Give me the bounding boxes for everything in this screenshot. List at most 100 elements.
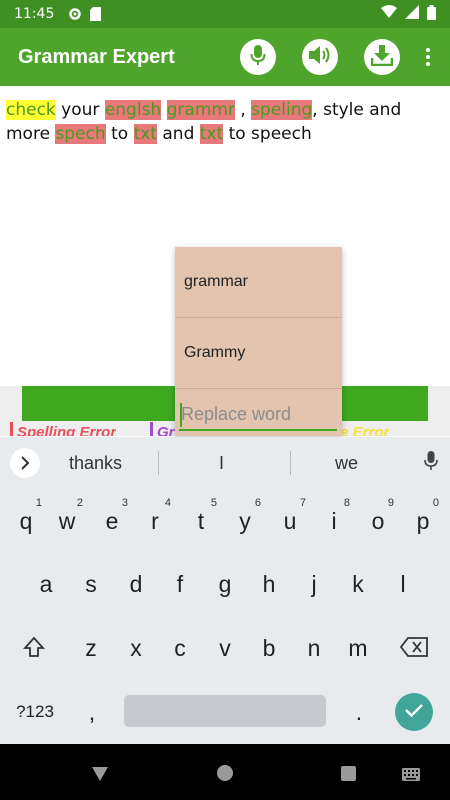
key-label: t: [197, 507, 205, 534]
editor-text: [161, 100, 166, 120]
editor-text: ,: [234, 100, 252, 120]
keyboard-suggestion[interactable]: I: [219, 453, 224, 474]
key-hint: 8: [343, 497, 350, 509]
nav-back-icon[interactable]: [91, 766, 109, 787]
sd-card-icon: [90, 7, 102, 21]
key-u[interactable]: 7u: [270, 497, 310, 541]
spelling-error-word[interactable]: grammr: [166, 100, 235, 120]
status-bar: 11:45: [0, 0, 450, 28]
key-hint: 1: [35, 497, 42, 509]
key-hint: 6: [254, 497, 261, 509]
signal-icon: [405, 5, 419, 23]
wifi-icon: [381, 5, 397, 23]
key-n[interactable]: n: [294, 628, 334, 668]
spelling-error-word[interactable]: txt: [133, 124, 157, 144]
spacebar[interactable]: [124, 695, 326, 727]
key-o[interactable]: 9o: [358, 497, 398, 541]
key-label: w: [58, 507, 76, 534]
key-w[interactable]: 2w: [47, 497, 87, 541]
key-label: y: [239, 507, 251, 534]
key-j[interactable]: j: [294, 564, 334, 604]
spelling-error-word[interactable]: txt: [199, 124, 224, 144]
legend-spelling-error: Spelling Error: [10, 422, 116, 436]
key-hint: 5: [210, 497, 217, 509]
app-actions: [214, 28, 450, 86]
app-title: Grammar Expert: [18, 45, 175, 68]
chevron-right-icon[interactable]: [10, 448, 40, 478]
key-q[interactable]: 1q: [6, 497, 46, 541]
nav-home-icon[interactable]: [217, 765, 233, 781]
key-label: i: [331, 507, 337, 534]
key-l[interactable]: l: [383, 564, 423, 604]
battery-icon: [427, 4, 436, 24]
key-m[interactable]: m: [338, 628, 378, 668]
key-hint: 4: [164, 497, 171, 509]
key-hint: 3: [121, 497, 128, 509]
check-icon: [405, 703, 423, 722]
key-y[interactable]: 6y: [225, 497, 265, 541]
key-x[interactable]: x: [116, 628, 156, 668]
key-label: r: [151, 507, 159, 534]
settings-icon: [68, 7, 82, 21]
key-hint: 7: [299, 497, 306, 509]
suggestion-item[interactable]: Grammy: [175, 318, 342, 389]
spelling-error-word[interactable]: speling: [251, 100, 313, 120]
key-hint: 9: [387, 497, 394, 509]
replace-word-input[interactable]: [179, 399, 337, 431]
key-v[interactable]: v: [205, 628, 245, 668]
app-bar: Grammar Expert: [0, 28, 450, 86]
status-time: 11:45: [14, 6, 55, 22]
enter-button[interactable]: [395, 693, 433, 731]
period-key[interactable]: .: [346, 695, 372, 729]
key-t[interactable]: 5t: [181, 497, 221, 541]
text-cursor: [180, 403, 182, 427]
voice-input-button[interactable]: [240, 39, 276, 75]
key-g[interactable]: g: [205, 564, 245, 604]
key-b[interactable]: b: [249, 628, 289, 668]
key-hint: 2: [76, 497, 83, 509]
symbols-key[interactable]: ?123: [8, 695, 62, 729]
spelling-error-word[interactable]: englsh: [104, 100, 162, 120]
download-icon: [370, 44, 394, 71]
download-button[interactable]: [364, 39, 400, 75]
key-label: p: [416, 507, 430, 534]
legend-style-error: le Error: [336, 424, 390, 436]
keyboard-suggestion[interactable]: we: [335, 453, 358, 474]
key-hint: 0: [432, 497, 439, 509]
key-i[interactable]: 8i: [314, 497, 354, 541]
speaker-icon: [308, 44, 332, 71]
suggestion-divider: [290, 451, 291, 475]
navigation-bar: [0, 744, 450, 800]
editor-text: your: [55, 100, 105, 120]
key-label: e: [105, 507, 119, 534]
editor-text: to speech: [223, 124, 312, 144]
comma-key[interactable]: ,: [78, 695, 106, 729]
nav-recents-icon[interactable]: [341, 766, 356, 781]
key-a[interactable]: a: [26, 564, 66, 604]
microphone-icon: [250, 44, 266, 71]
spelling-error-word[interactable]: spech: [55, 124, 106, 144]
key-h[interactable]: h: [249, 564, 289, 604]
keyboard-icon[interactable]: [402, 768, 420, 786]
key-k[interactable]: k: [338, 564, 378, 604]
key-label: u: [283, 507, 297, 534]
overflow-menu-icon[interactable]: [418, 48, 438, 66]
suggestion-popup: grammar Grammy: [175, 247, 342, 436]
key-e[interactable]: 3e: [92, 497, 132, 541]
key-label: q: [19, 507, 33, 534]
key-f[interactable]: f: [160, 564, 200, 604]
shift-icon[interactable]: [14, 627, 54, 667]
key-d[interactable]: d: [116, 564, 156, 604]
key-z[interactable]: z: [71, 628, 111, 668]
backspace-icon[interactable]: [393, 627, 435, 667]
key-p[interactable]: 0p: [403, 497, 443, 541]
text-to-speech-button[interactable]: [302, 39, 338, 75]
microphone-icon[interactable]: [424, 451, 438, 476]
key-c[interactable]: c: [160, 628, 200, 668]
key-r[interactable]: 4r: [135, 497, 175, 541]
keyboard-suggestion[interactable]: thanks: [69, 453, 122, 474]
editor-text: to: [105, 124, 134, 144]
suggestion-item[interactable]: grammar: [175, 247, 342, 318]
key-s[interactable]: s: [71, 564, 111, 604]
grammar-error-word[interactable]: check: [6, 100, 56, 120]
